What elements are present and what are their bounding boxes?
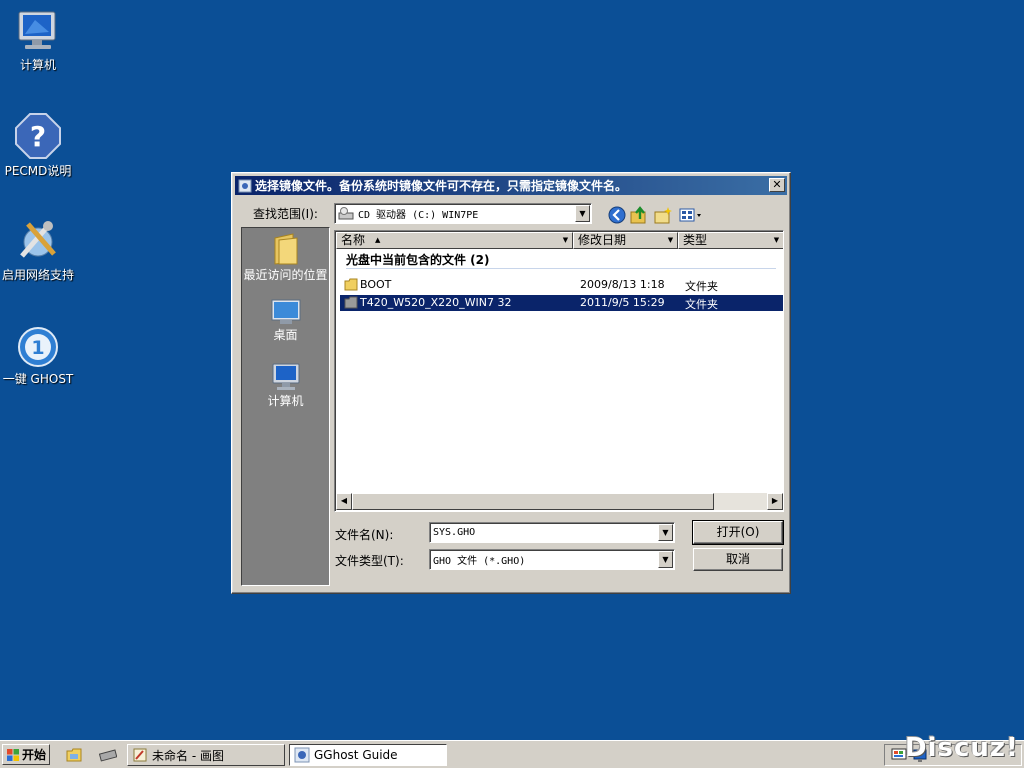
taskbar-item-label: 未命名 - 画图 xyxy=(152,748,224,763)
folder-icon xyxy=(344,278,358,291)
cancel-button[interactable]: 取消 xyxy=(693,548,783,571)
start-button[interactable]: 开始 xyxy=(2,744,50,765)
place-desktop[interactable]: 桌面 xyxy=(242,298,329,342)
help-icon: ? xyxy=(15,113,61,159)
taskbar-item-gghost-guide[interactable]: GGhost Guide xyxy=(289,744,447,766)
file-date: 2009/8/13 1:18 xyxy=(580,278,665,291)
ghost-one-icon: 1 xyxy=(18,327,58,367)
file-name: BOOT xyxy=(360,278,392,291)
group-title: 光盘中当前包含的文件 (2) xyxy=(346,253,490,267)
filename-label: 文件名(N): xyxy=(335,528,394,542)
scrollbar-thumb[interactable] xyxy=(352,493,714,510)
view-menu-icon[interactable] xyxy=(678,205,704,225)
sort-ascending-icon: ▲ xyxy=(375,236,381,244)
column-label: 名称 xyxy=(341,233,366,247)
desktop-icon-label: 一键 GHOST xyxy=(2,372,74,386)
back-icon[interactable] xyxy=(607,205,627,225)
column-header-date[interactable]: 修改日期 ▼ xyxy=(573,232,678,249)
open-button[interactable]: 打开(O) xyxy=(692,520,784,545)
place-label: 桌面 xyxy=(273,328,298,342)
explorer-icon[interactable] xyxy=(66,747,82,763)
desktop-icon-network[interactable]: 启用网络支持 xyxy=(0,216,83,282)
file-type: 文件夹 xyxy=(685,280,718,293)
filename-value: SYS.GHO xyxy=(433,527,476,538)
desktop-icon xyxy=(271,299,300,324)
column-label: 类型 xyxy=(683,233,708,247)
column-label: 修改日期 xyxy=(578,233,627,247)
file-name: T420_W520_X220_WIN7 32 xyxy=(360,296,512,309)
horizontal-scrollbar[interactable]: ◀ ▶ xyxy=(336,493,783,510)
file-date: 2011/9/5 15:29 xyxy=(580,296,665,309)
desktop-icon-label: 启用网络支持 xyxy=(1,268,74,282)
desktop-icon-label: 计算机 xyxy=(19,58,56,72)
folder-icon xyxy=(344,296,358,309)
watermark: Discuz! xyxy=(905,733,1019,763)
cd-drive-icon xyxy=(338,206,354,219)
filetype-select[interactable]: GHO 文件 (*.GHO) ▼ xyxy=(429,549,675,570)
start-label: 开始 xyxy=(22,748,47,762)
place-recent[interactable]: 最近访问的位置 xyxy=(242,232,329,282)
taskbar-item-paint[interactable]: 未命名 - 画图 xyxy=(127,744,285,766)
file-list[interactable]: 名称 ▲ ▼ 修改日期 ▼ 类型 ▼ 光盘中当前包含的文件 (2) BOOT 2… xyxy=(334,230,784,512)
computer-icon xyxy=(272,363,299,390)
dialog-titlebar[interactable]: 选择镜像文件。备份系统时镜像文件可不存在，只需指定镜像文件名。 ✕ xyxy=(235,176,787,195)
desktop-icon-label: PECMD说明 xyxy=(4,164,72,178)
column-header-name[interactable]: 名称 ▲ ▼ xyxy=(336,232,573,249)
filetype-value: GHO 文件 (*.GHO) xyxy=(433,556,526,567)
place-computer[interactable]: 计算机 xyxy=(242,362,329,408)
taskbar-item-label: GGhost Guide xyxy=(314,748,398,762)
taskbar: 开始 未命名 - 画图 GGhost Guide xyxy=(0,740,1024,768)
desktop-icon-pecmd-help[interactable]: ? PECMD说明 xyxy=(0,112,83,178)
filetype-label: 文件类型(T): xyxy=(335,554,404,568)
dialog-app-icon xyxy=(238,179,252,192)
desktop-icon-one-key-ghost[interactable]: 1 一键 GHOST xyxy=(0,326,83,386)
column-header-type[interactable]: 类型 ▼ xyxy=(678,232,783,249)
desktop-icon-computer[interactable]: 计算机 xyxy=(0,10,83,72)
place-label: 最近访问的位置 xyxy=(243,268,328,282)
group-divider xyxy=(346,268,776,269)
file-row-selected[interactable]: T420_W520_X220_WIN7 32 2011/9/5 15:29 文件… xyxy=(340,295,783,311)
windows-logo-icon xyxy=(7,748,19,761)
open-file-dialog: 选择镜像文件。备份系统时镜像文件可不存在，只需指定镜像文件名。 ✕ 查找范围(I… xyxy=(231,172,791,594)
look-in-label: 查找范围(I): xyxy=(253,207,318,221)
recent-folder-icon xyxy=(274,233,297,265)
new-folder-icon[interactable] xyxy=(653,205,673,225)
svg-text:1: 1 xyxy=(31,337,44,359)
chevron-down-icon[interactable]: ▼ xyxy=(575,205,590,222)
look-in-value: CD 驱动器 (C:) WIN7PE xyxy=(358,210,479,221)
chevron-down-icon[interactable]: ▼ xyxy=(658,551,673,568)
close-button[interactable]: ✕ xyxy=(769,178,785,192)
up-folder-icon[interactable] xyxy=(629,205,649,225)
chevron-down-icon[interactable]: ▼ xyxy=(665,234,676,247)
look-in-combobox[interactable]: CD 驱动器 (C:) WIN7PE ▼ xyxy=(334,203,592,224)
memory-tool-icon[interactable] xyxy=(99,747,117,763)
file-type: 文件夹 xyxy=(685,298,718,311)
gghost-icon xyxy=(294,747,310,763)
close-icon: ✕ xyxy=(772,178,782,191)
chevron-down-icon[interactable]: ▼ xyxy=(658,524,673,541)
dialog-title: 选择镜像文件。备份系统时镜像文件可不存在，只需指定镜像文件名。 xyxy=(255,179,628,193)
chevron-down-icon[interactable]: ▼ xyxy=(560,234,571,247)
filename-input[interactable]: SYS.GHO ▼ xyxy=(429,522,675,543)
computer-icon xyxy=(18,11,56,49)
svg-text:?: ? xyxy=(30,120,46,153)
network-tools-icon xyxy=(20,221,56,258)
scroll-right-icon[interactable]: ▶ xyxy=(767,493,783,510)
places-bar: 最近访问的位置 桌面 计算机 xyxy=(241,227,330,586)
paint-icon xyxy=(133,748,147,762)
place-label: 计算机 xyxy=(267,394,304,408)
file-row[interactable]: BOOT 2009/8/13 1:18 文件夹 xyxy=(340,277,783,293)
scroll-left-icon[interactable]: ◀ xyxy=(336,493,352,510)
chevron-down-icon[interactable]: ▼ xyxy=(771,234,782,247)
